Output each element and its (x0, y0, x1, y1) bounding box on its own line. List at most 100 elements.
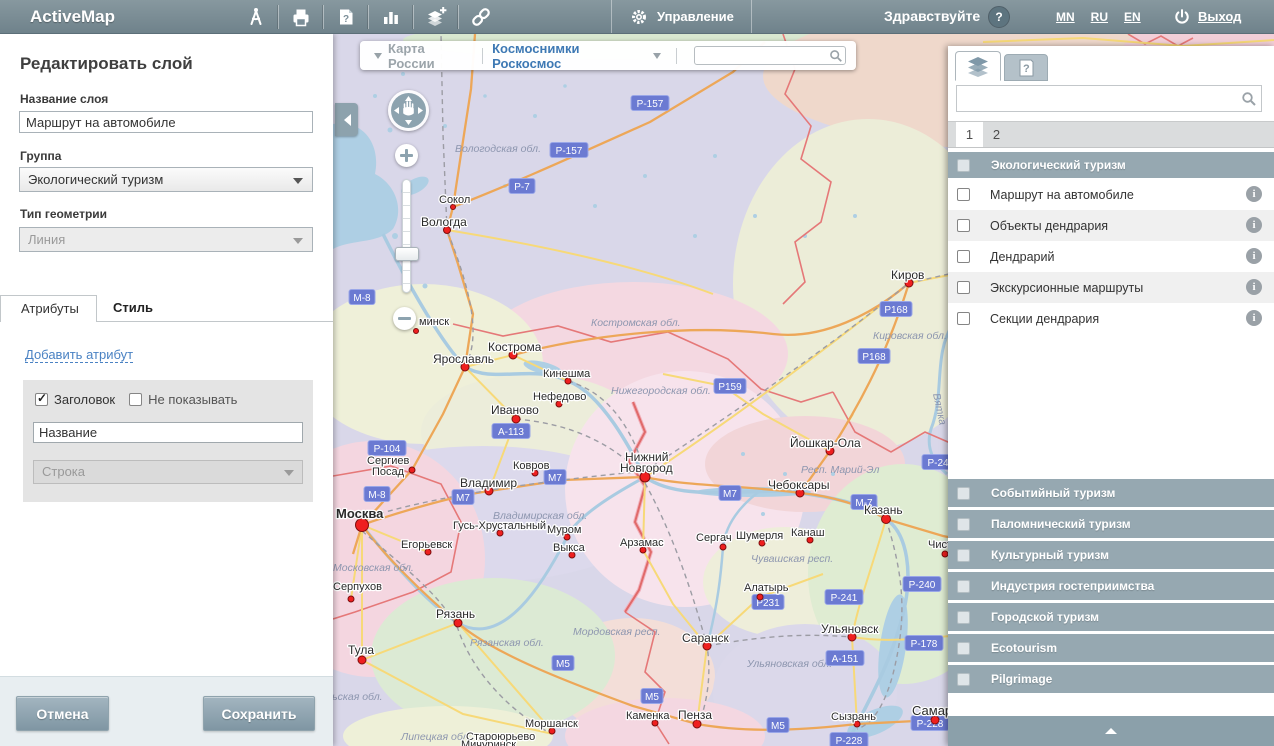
layers-list: Экологический туризм Маршрут на автомобил… (948, 152, 1274, 334)
layer-checkbox[interactable] (957, 219, 970, 232)
city-dot (348, 596, 354, 602)
layer-checkbox[interactable] (957, 281, 970, 294)
tab-style[interactable]: Стиль (113, 295, 153, 322)
city-label: Нефедово (533, 391, 586, 403)
city-label: Киров (891, 268, 924, 282)
city-label: Сокол (439, 194, 470, 206)
svg-text:Р168: Р168 (862, 352, 886, 363)
svg-text:Р168: Р168 (884, 305, 908, 316)
layer-group-header[interactable]: Индустрия гостеприимства (948, 572, 1274, 603)
svg-text:Р-178: Р-178 (911, 639, 938, 650)
group-checkbox[interactable] (957, 518, 970, 531)
tab-legend[interactable]: ? (1004, 54, 1048, 81)
group-label: Pilgrimage (991, 672, 1052, 686)
group-checkbox[interactable] (957, 487, 970, 500)
power-icon (1172, 7, 1192, 27)
zoom-slider-handle[interactable] (395, 247, 419, 261)
group-label: Культурный туризм (991, 548, 1109, 562)
layer-checkbox[interactable] (957, 312, 970, 325)
city-label: Тула (348, 643, 374, 657)
svg-text:М5: М5 (771, 721, 785, 732)
layer-group-header[interactable]: Экологический туризм (948, 152, 1274, 179)
chevron-down-icon[interactable] (374, 53, 382, 63)
add-layer-icon[interactable] (424, 5, 448, 29)
group-checkbox[interactable] (957, 549, 970, 562)
layer-name-input[interactable] (19, 111, 313, 133)
layer-info-icon[interactable]: i (1246, 186, 1262, 202)
layers-page-1[interactable]: 1 (956, 122, 983, 147)
measure-tool-icon[interactable] (244, 5, 268, 29)
share-link-icon[interactable] (469, 5, 493, 29)
layer-group-header[interactable]: Городской туризм (948, 603, 1274, 634)
layer-group-header[interactable]: Pilgrimage (948, 665, 1274, 696)
group-label: Экологический туризм (991, 158, 1126, 172)
layer-row[interactable]: Дендрарийi (948, 241, 1274, 272)
layers-search-input[interactable] (956, 85, 1262, 112)
city-label: Выкса (553, 542, 586, 554)
base-map-selector[interactable]: Карта России (388, 41, 473, 71)
logout-button[interactable]: Выход (1172, 0, 1241, 33)
active-map-selector[interactable]: Космоснимки Роскосмос (492, 41, 649, 71)
layers-pagination: 12 (948, 121, 1274, 148)
header-checkbox[interactable] (35, 393, 48, 406)
group-select[interactable]: Экологический туризм (19, 167, 313, 192)
layers-page-2[interactable]: 2 (983, 122, 1010, 147)
group-checkbox[interactable] (957, 642, 970, 655)
group-checkbox[interactable] (957, 580, 970, 593)
lang-ru[interactable]: RU (1091, 10, 1108, 24)
layer-info-icon[interactable]: i (1246, 279, 1262, 295)
management-menu[interactable]: Управление (611, 0, 752, 33)
hide-checkbox-label: Не показывать (148, 392, 237, 407)
layer-info-icon[interactable]: i (1246, 310, 1262, 326)
layer-row[interactable]: Экскурсионные маршрутыi (948, 272, 1274, 303)
chevron-down-icon[interactable] (653, 53, 661, 63)
layers-panel-tabs: ? (955, 50, 1048, 81)
gear-icon (629, 7, 649, 27)
print-icon[interactable] (289, 5, 313, 29)
svg-text:?: ? (1023, 63, 1030, 75)
group-checkbox[interactable] (957, 159, 970, 172)
group-checkbox[interactable] (957, 673, 970, 686)
cancel-button[interactable]: Отмена (16, 696, 109, 731)
map-search-input[interactable] (694, 46, 846, 65)
layer-checkbox[interactable] (957, 188, 970, 201)
lang-en[interactable]: EN (1124, 10, 1141, 24)
reference-book-icon[interactable]: ? (334, 5, 358, 29)
tab-attributes[interactable]: Атрибуты (0, 295, 97, 322)
layer-group-header[interactable]: Культурный туризм (948, 541, 1274, 572)
layer-row[interactable]: Маршрут на автомобилеi (948, 179, 1274, 210)
road-badge: Р-157 (631, 96, 669, 111)
map-pan-control[interactable] (388, 90, 429, 131)
zoom-in-button[interactable] (395, 144, 418, 167)
layer-info-icon[interactable]: i (1246, 248, 1262, 264)
region-label: Кировская обл. (873, 330, 947, 342)
map-search (694, 46, 846, 65)
help-button[interactable]: ? (988, 6, 1010, 28)
road-badge: М-8 (349, 290, 375, 305)
layer-group-header[interactable]: Ecotourism (948, 634, 1274, 665)
group-checkbox[interactable] (957, 611, 970, 624)
statistics-icon[interactable] (379, 5, 403, 29)
road-badge: Р-240 (903, 577, 941, 592)
collapse-groups-button[interactable] (948, 716, 1274, 746)
layer-row[interactable]: Объекты дендрарияi (948, 210, 1274, 241)
region-label: Вологодская обл. (455, 143, 541, 155)
road-badge: М5 (552, 656, 574, 671)
layer-checkbox[interactable] (957, 250, 970, 263)
tab-layers[interactable] (955, 51, 1001, 81)
add-attribute-link[interactable]: Добавить атрибут (25, 347, 133, 363)
layer-group-header[interactable]: Событийный туризм (948, 479, 1274, 510)
save-button[interactable]: Сохранить (203, 696, 315, 731)
layer-group-header[interactable]: Паломнический туризм (948, 510, 1274, 541)
hide-checkbox[interactable] (129, 393, 142, 406)
layer-groups-list: Событийный туризмПаломнический туризм Кул… (948, 479, 1274, 696)
layer-row[interactable]: Секции дендрарияi (948, 303, 1274, 334)
zoom-slider[interactable] (402, 179, 411, 293)
zoom-out-button[interactable] (393, 307, 416, 330)
lang-mn[interactable]: MN (1056, 10, 1075, 24)
layer-info-icon[interactable]: i (1246, 217, 1262, 233)
collapse-left-panel-button[interactable] (335, 103, 358, 136)
city-dot (358, 656, 366, 664)
city-label: Моршанск (525, 718, 578, 730)
attribute-name-input[interactable] (33, 422, 303, 443)
